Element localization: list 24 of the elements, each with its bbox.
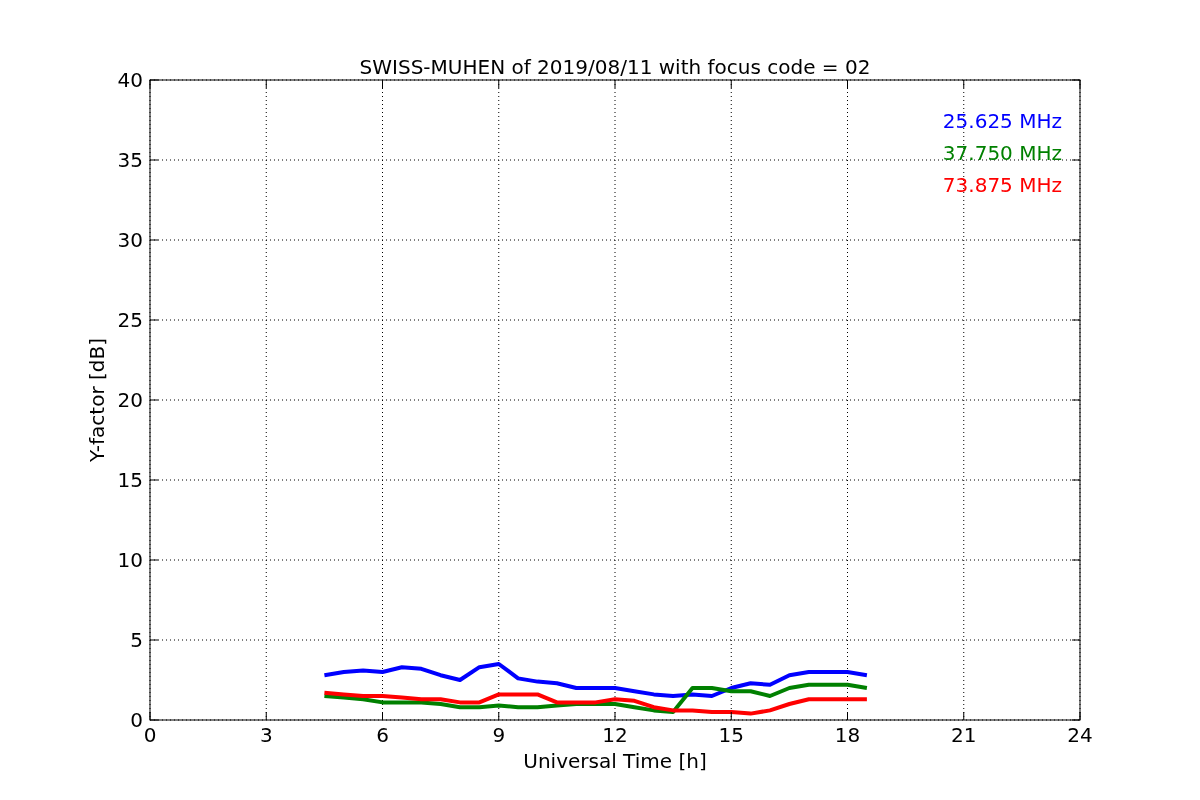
x-tick-label: 12 bbox=[602, 723, 628, 747]
x-tick-label: 3 bbox=[259, 723, 273, 747]
y-tick-label: 0 bbox=[130, 708, 143, 732]
x-tick-label: 18 bbox=[834, 723, 861, 747]
y-tick-label: 40 bbox=[117, 68, 143, 92]
legend-label: 25.625 MHz bbox=[942, 109, 1062, 133]
x-tick-label: 24 bbox=[1067, 723, 1093, 747]
x-tick-label: 9 bbox=[492, 723, 506, 747]
x-tick-label: 0 bbox=[143, 723, 157, 747]
y-tick-label: 35 bbox=[117, 148, 143, 172]
y-tick-label: 25 bbox=[117, 308, 143, 332]
y-tick-label: 20 bbox=[117, 388, 143, 412]
legend-label: 73.875 MHz bbox=[942, 173, 1062, 197]
x-tick-label: 15 bbox=[718, 723, 744, 747]
y-tick-label: 30 bbox=[117, 228, 143, 252]
x-tick-label: 21 bbox=[951, 723, 977, 747]
x-tick-label: 6 bbox=[376, 723, 389, 747]
chart-title: SWISS-MUHEN of 2019/08/11 with focus code = 02 bbox=[359, 55, 871, 79]
x-axis-label: Universal Time [h] bbox=[523, 749, 707, 773]
legend-label: 37.750 MHz bbox=[942, 141, 1062, 165]
y-tick-label: 15 bbox=[117, 468, 143, 492]
y-tick-label: 10 bbox=[117, 548, 143, 572]
y-axis-label: Y-factor [dB] bbox=[85, 338, 109, 462]
y-tick-label: 5 bbox=[130, 628, 143, 652]
